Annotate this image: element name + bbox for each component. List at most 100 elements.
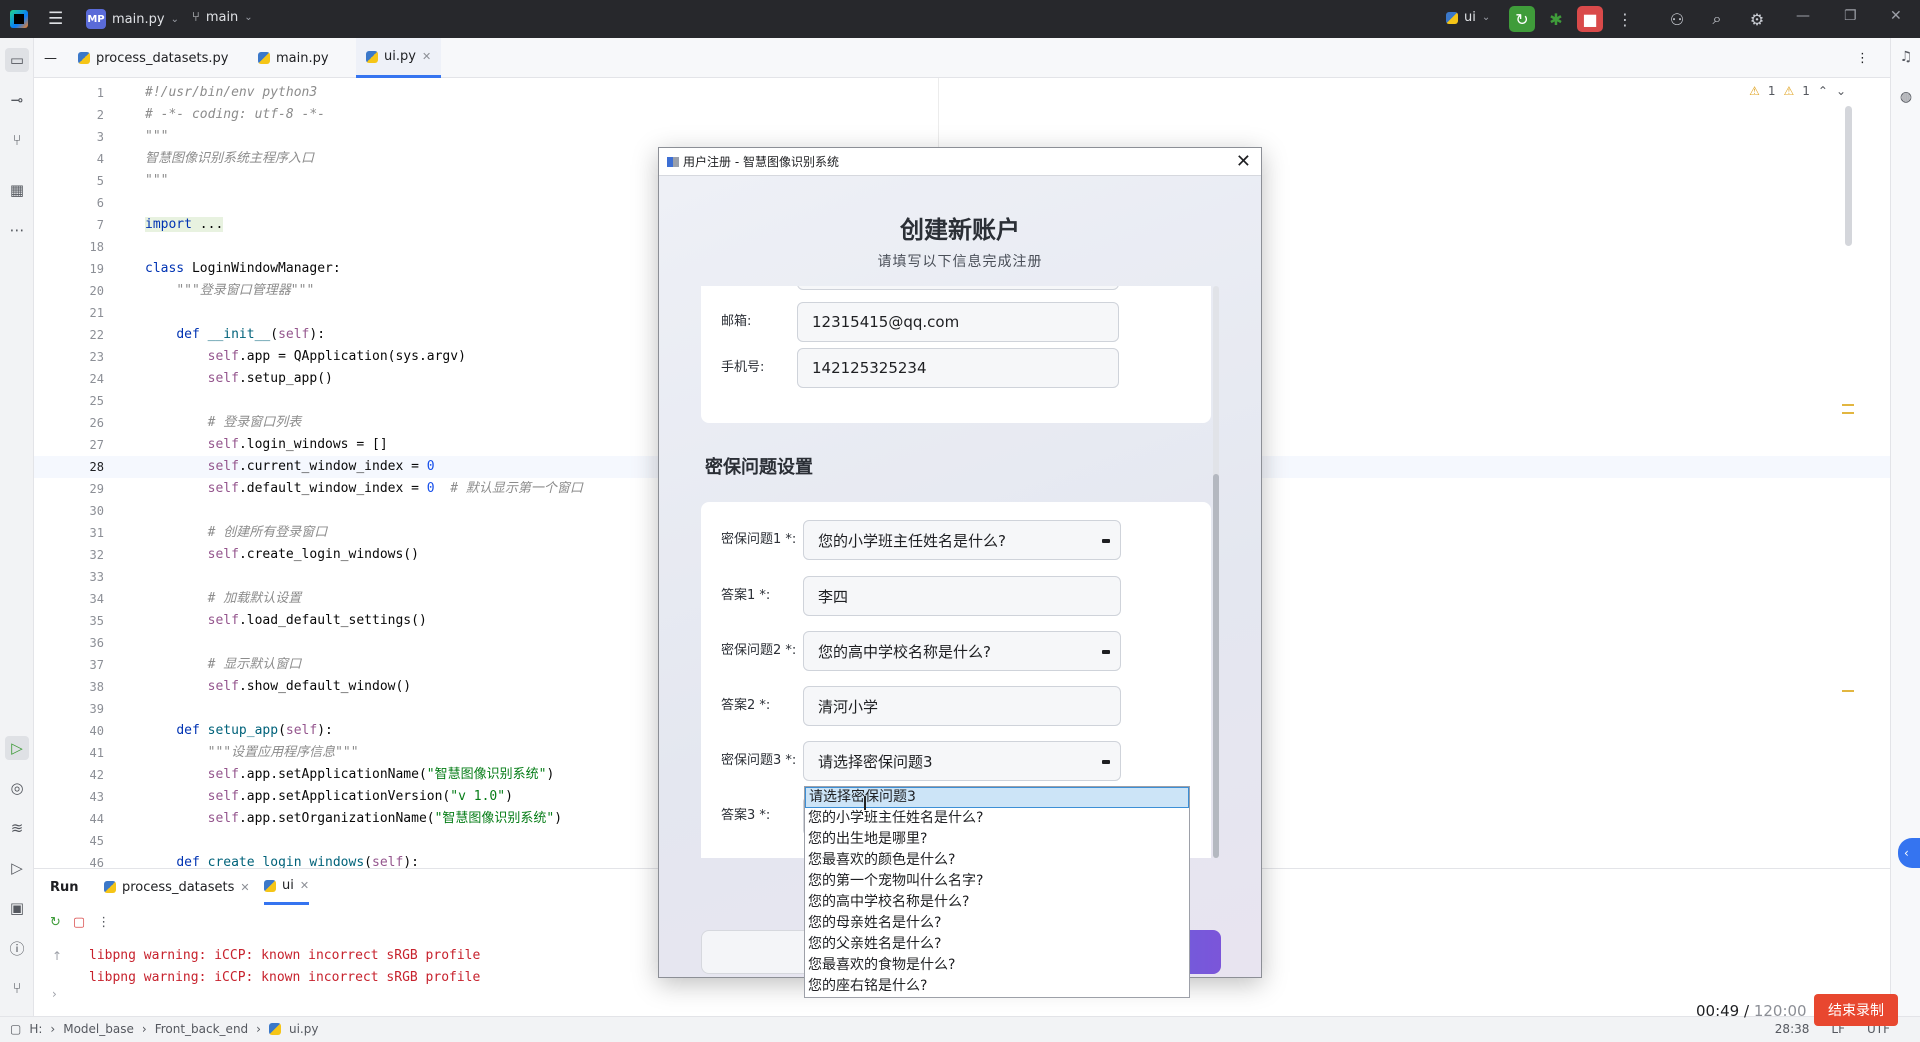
project-selector[interactable]: MP main.py ⌄: [86, 9, 179, 29]
app-window-icon: [667, 156, 679, 167]
scroll-down-icon[interactable]: ›: [52, 987, 57, 1001]
right-tool-strip: ♫ ◍: [1890, 38, 1920, 1042]
form-scrollbar[interactable]: [1213, 286, 1219, 858]
commit-icon[interactable]: ⊸: [5, 88, 29, 112]
error-stripe-mark[interactable]: [1842, 404, 1854, 406]
main-menu-icon[interactable]: ☰: [48, 9, 63, 29]
restore-icon[interactable]: ❐: [1844, 8, 1857, 24]
code-text: def __init__(self):: [176, 327, 326, 342]
recording-elapsed: 00:49: [1696, 1002, 1740, 1020]
weak-warning-count: 1: [1802, 84, 1810, 98]
previous-field[interactable]: [797, 286, 1119, 290]
editor-scrollbar[interactable]: [1845, 106, 1852, 246]
answer2-field[interactable]: 清河小学: [803, 686, 1121, 726]
scroll-up-icon[interactable]: ↑: [52, 949, 62, 963]
form-scroll-area[interactable]: 邮箱: 12315415@qq.com 手机号: 142125325234 密保…: [701, 286, 1221, 858]
breadcrumb-item[interactable]: ui.py: [289, 1022, 318, 1036]
tab-ui[interactable]: ui.py ✕: [356, 38, 442, 78]
stop-icon[interactable]: ▢: [73, 915, 85, 930]
tab-main[interactable]: main.py: [248, 38, 339, 78]
status-bar: ▢ H: › Model_base › Front_back_end › ui.py …: [0, 1016, 1920, 1042]
collapse-icon[interactable]: —: [34, 38, 64, 78]
dropdown-option[interactable]: 您的第一个宠物叫什么名字?: [805, 871, 1189, 892]
rerun-icon[interactable]: ↻: [1509, 6, 1535, 32]
settings-gear-icon[interactable]: ⚙: [1744, 6, 1770, 32]
stop-icon[interactable]: ■: [1577, 6, 1603, 32]
close-tab-icon[interactable]: ✕: [240, 881, 249, 894]
console-output[interactable]: libpng warning: iCCP: known incorrect sR…: [89, 945, 480, 989]
dropdown-option[interactable]: 您最喜欢的食物是什么?: [805, 955, 1189, 976]
question1-select[interactable]: 您的小学班主任姓名是什么?: [803, 520, 1121, 560]
dropdown-option[interactable]: 您最喜欢的颜色是什么?: [805, 850, 1189, 871]
title-bar: ☰ MP main.py ⌄ ⑂ main ⌄ ui ⌄ ↻ ✱ ■ ⋮ ⚇ ⌕…: [0, 0, 1920, 38]
answer1-field[interactable]: 李四: [803, 576, 1121, 616]
email-field[interactable]: 12315415@qq.com: [797, 302, 1119, 342]
line-number: 43: [89, 790, 104, 804]
close-window-icon[interactable]: ✕: [1890, 8, 1902, 24]
run-config-selector[interactable]: ui ⌄: [1446, 10, 1490, 25]
close-dialog-icon[interactable]: ✕: [1236, 151, 1251, 172]
side-panel-toggle-icon[interactable]: ‹: [1898, 838, 1920, 868]
chevron-down-icon: ⌄: [244, 12, 253, 23]
minimize-icon[interactable]: —: [1796, 8, 1810, 24]
structure-icon[interactable]: ▦: [5, 178, 29, 202]
close-tab-icon[interactable]: ✕: [300, 879, 309, 892]
question3-select[interactable]: 请选择密保问题3: [803, 741, 1121, 781]
phone-field[interactable]: 142125325234: [797, 348, 1119, 388]
security-section-title: 密保问题设置: [705, 457, 813, 478]
notifications-bell-icon[interactable]: ♫: [1895, 46, 1917, 68]
project-folder-icon[interactable]: ▭: [5, 48, 29, 72]
dropdown-option[interactable]: 请选择密保问题3: [805, 787, 1189, 808]
git-icon[interactable]: ⑂: [5, 976, 29, 1000]
branch-selector[interactable]: ⑂ main ⌄: [192, 10, 253, 25]
ai-assistant-icon[interactable]: ◍: [1895, 86, 1917, 108]
breadcrumb-item[interactable]: Model_base: [63, 1022, 134, 1036]
dropdown-option[interactable]: 您的父亲姓名是什么?: [805, 934, 1189, 955]
error-stripe-mark[interactable]: [1842, 412, 1854, 414]
run-tool-icon[interactable]: ▷: [5, 736, 29, 760]
terminal-icon[interactable]: ▣: [5, 896, 29, 920]
python-console-icon[interactable]: ◎: [5, 776, 29, 800]
tab-options-icon[interactable]: ⋮: [1846, 38, 1879, 78]
next-highlight-icon[interactable]: ⌄: [1836, 84, 1846, 98]
stop-recording-button[interactable]: 结束录制: [1814, 994, 1898, 1026]
line-number: 32: [89, 548, 104, 562]
dropdown-option[interactable]: 您的母亲姓名是什么?: [805, 913, 1189, 934]
breadcrumb-item[interactable]: Front_back_end: [155, 1022, 248, 1036]
question2-select[interactable]: 您的高中学校名称是什么?: [803, 631, 1121, 671]
more-options-icon[interactable]: ⋮: [97, 915, 110, 930]
add-user-icon[interactable]: ⚇: [1664, 6, 1690, 32]
question3-dropdown-list[interactable]: 请选择密保问题3 您的小学班主任姓名是什么? 您的出生地是哪里? 您最喜欢的颜色…: [804, 786, 1190, 998]
run-tab-process-datasets[interactable]: process_datasets ✕: [104, 869, 250, 905]
dropdown-option[interactable]: 您的出生地是哪里?: [805, 829, 1189, 850]
form-scrollbar-thumb[interactable]: [1213, 474, 1219, 858]
debug-icon[interactable]: ✱: [1543, 6, 1569, 32]
run-tab-ui[interactable]: ui ✕: [264, 869, 310, 905]
line-number: 38: [89, 680, 104, 694]
inspection-widget[interactable]: ⚠ 1 ⚠ 1 ⌃ ⌄: [1749, 84, 1846, 98]
services-icon[interactable]: ▷: [5, 856, 29, 880]
previous-highlight-icon[interactable]: ⌃: [1818, 84, 1828, 98]
pull-requests-icon[interactable]: ⑂: [5, 128, 29, 152]
more-actions-icon[interactable]: ⋮: [1612, 6, 1638, 32]
line-number: 24: [89, 372, 104, 386]
tab-process-datasets[interactable]: process_datasets.py: [68, 38, 238, 78]
dropdown-option[interactable]: 您的高中学校名称是什么?: [805, 892, 1189, 913]
code-line[interactable]: 3 """: [34, 126, 1890, 148]
dropdown-option[interactable]: 您的小学班主任姓名是什么?: [805, 808, 1189, 829]
email-label: 邮箱:: [721, 314, 752, 329]
code-line[interactable]: 2 # -*- coding: utf-8 -*-: [34, 104, 1890, 126]
more-tools-icon[interactable]: ⋯: [5, 218, 29, 242]
rerun-icon[interactable]: ↻: [50, 915, 61, 930]
problems-icon[interactable]: ⓘ: [5, 936, 29, 960]
search-icon[interactable]: ⌕: [1704, 6, 1730, 32]
code-text: # -*- coding: utf-8 -*-: [145, 107, 326, 122]
breadcrumb-item[interactable]: H:: [29, 1022, 42, 1036]
close-tab-icon[interactable]: ✕: [422, 50, 431, 63]
caret-position[interactable]: 28:38: [1775, 1022, 1810, 1036]
python-packages-icon[interactable]: ≋: [5, 816, 29, 840]
app-logo[interactable]: [10, 10, 28, 28]
code-line[interactable]: 1 #!/usr/bin/env python3: [34, 82, 1890, 104]
dropdown-option[interactable]: 您的座右铭是什么?: [805, 976, 1189, 997]
error-stripe-mark[interactable]: [1842, 690, 1854, 692]
